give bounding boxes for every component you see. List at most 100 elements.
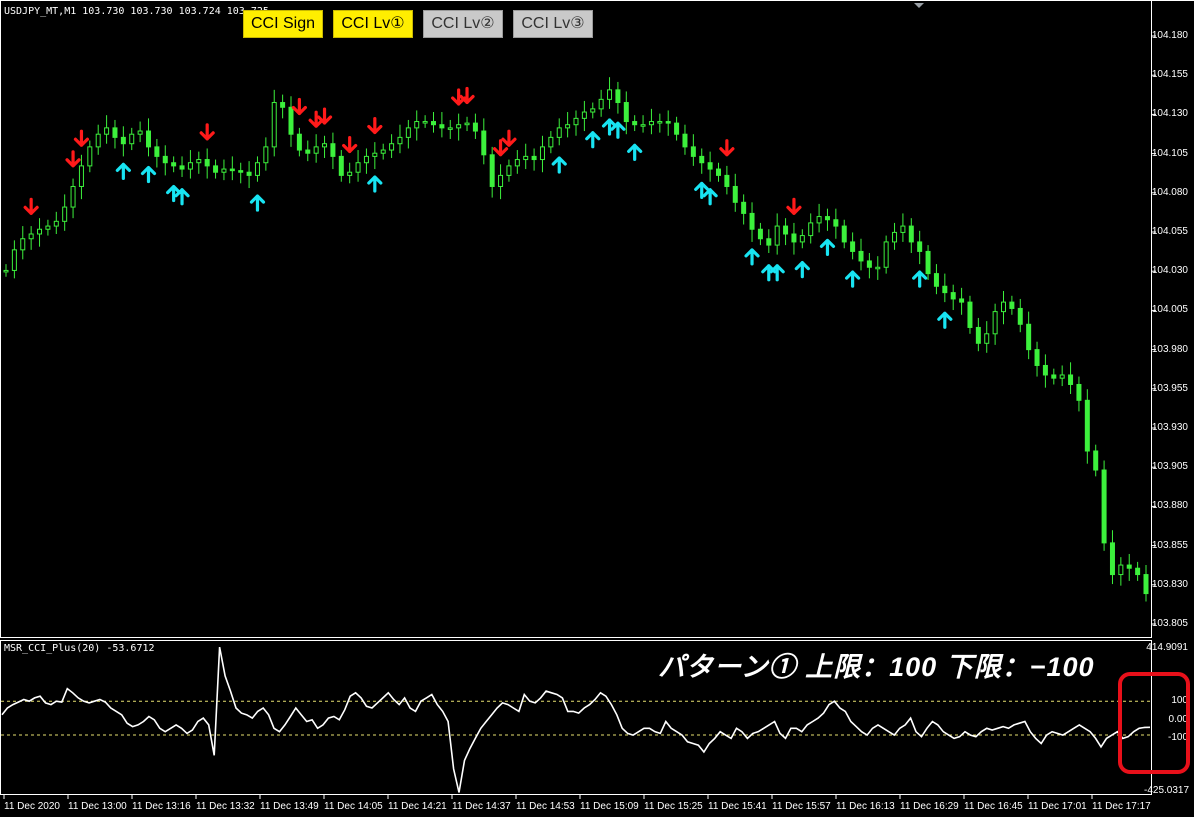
candle-body (598, 98, 604, 110)
candle-body (389, 143, 395, 151)
candle-body (154, 146, 160, 157)
candle-body (213, 165, 219, 173)
cci-level-lines (1, 700, 1151, 736)
candle-body (724, 174, 730, 187)
candle-body (607, 89, 613, 100)
signal-arrows (23, 86, 953, 329)
price-label: 103.955 (1151, 382, 1188, 394)
candle-body (229, 168, 235, 172)
candle-body (1109, 542, 1115, 576)
candle-body (975, 326, 981, 344)
candle-body (187, 162, 193, 170)
candle-body (405, 127, 411, 138)
cci-axis-bottom: -425.0317 (1144, 785, 1190, 796)
buy-arrow-icon (769, 264, 785, 282)
candle-body (850, 241, 856, 252)
cci-lv2-button[interactable]: CCI Lv② (423, 10, 503, 38)
candle-body (942, 285, 948, 294)
candle-body (280, 102, 286, 108)
candle-body (347, 171, 353, 176)
candle-body (439, 124, 445, 129)
candle-body (824, 216, 830, 221)
buy-arrow-icon (174, 188, 190, 206)
candle-body (1026, 323, 1032, 351)
candle-body (531, 155, 537, 161)
candle-body (246, 171, 252, 176)
shift-marker-icon[interactable] (914, 3, 924, 8)
candle-body (967, 301, 973, 328)
candle-body (338, 155, 344, 176)
candle-body (146, 130, 151, 148)
candle-body (1059, 374, 1065, 379)
time-label: 11 Dec 14:05 (324, 801, 383, 812)
candle-body (313, 146, 319, 154)
candle-body (892, 231, 898, 243)
time-label: 11 Dec 14:21 (388, 801, 447, 812)
price-label: 103.805 (1151, 618, 1188, 629)
candle-body (1076, 383, 1082, 401)
candle-body (657, 121, 663, 124)
candle-body (414, 121, 420, 129)
candle-body (548, 136, 554, 148)
candle-body (632, 121, 638, 126)
candle-body (875, 266, 881, 270)
buy-arrow-icon (367, 175, 383, 193)
candle-body (665, 121, 671, 124)
price-label: 104.030 (1151, 265, 1188, 277)
candle-body (45, 225, 51, 230)
candle-body (539, 146, 545, 161)
indicator-name: MSR_CCI_Plus(20) -53.6712 (4, 643, 155, 654)
candle-body (757, 228, 763, 240)
candle-body (774, 225, 780, 246)
price-label: 104.155 (1151, 69, 1188, 81)
candle-body (78, 165, 84, 187)
chart-canvas (0, 0, 1194, 799)
cci-lv1-button[interactable]: CCI Lv① (333, 10, 413, 38)
price-label: 103.830 (1151, 578, 1188, 590)
candle-body (590, 108, 596, 113)
candle-body (565, 124, 571, 129)
time-label: 11 Dec 15:09 (580, 801, 639, 812)
candle-body (1068, 374, 1074, 385)
candle-body (254, 162, 260, 176)
cci-sign-button[interactable]: CCI Sign (243, 10, 323, 38)
time-label: 11 Dec 14:53 (516, 801, 575, 812)
price-label: 104.055 (1151, 226, 1188, 237)
candle-body (900, 225, 906, 233)
time-label: 11 Dec 15:41 (708, 801, 767, 812)
candle-body (28, 233, 34, 240)
time-label: 11 Dec 13:16 (132, 801, 191, 812)
candle-body (808, 222, 814, 237)
candle-body (615, 89, 621, 104)
sell-arrow-icon (316, 107, 333, 125)
sell-arrow-icon (786, 197, 802, 215)
candle-body (447, 127, 453, 130)
candle-body (238, 170, 244, 173)
time-label: 11 Dec 15:57 (772, 801, 831, 812)
time-label: 11 Dec 17:17 (1092, 801, 1151, 812)
candle-body (1001, 301, 1006, 313)
candle-body (674, 122, 680, 135)
candle-body (799, 235, 805, 243)
cci-axis-top: 414.9091 (1146, 642, 1188, 653)
candle-body (917, 241, 923, 252)
candle-body (1017, 307, 1023, 325)
candle-body (196, 159, 202, 164)
cci-lv3-button[interactable]: CCI Lv③ (513, 10, 593, 38)
candle-body (380, 149, 386, 154)
candle-body (472, 122, 478, 132)
price-candles (3, 77, 1149, 602)
price-label: 104.180 (1151, 30, 1188, 41)
price-label: 104.105 (1151, 147, 1188, 159)
sell-arrow-icon (199, 123, 215, 141)
candle-body (707, 162, 713, 170)
candle-body (363, 155, 369, 164)
price-label: 104.005 (1151, 304, 1188, 316)
candle-body (179, 165, 185, 170)
candle-body (456, 124, 462, 129)
sell-arrow-icon (65, 150, 81, 168)
sell-arrow-icon (342, 135, 358, 154)
candle-body (959, 298, 965, 303)
candle-body (1101, 469, 1107, 544)
candle-body (372, 152, 378, 157)
